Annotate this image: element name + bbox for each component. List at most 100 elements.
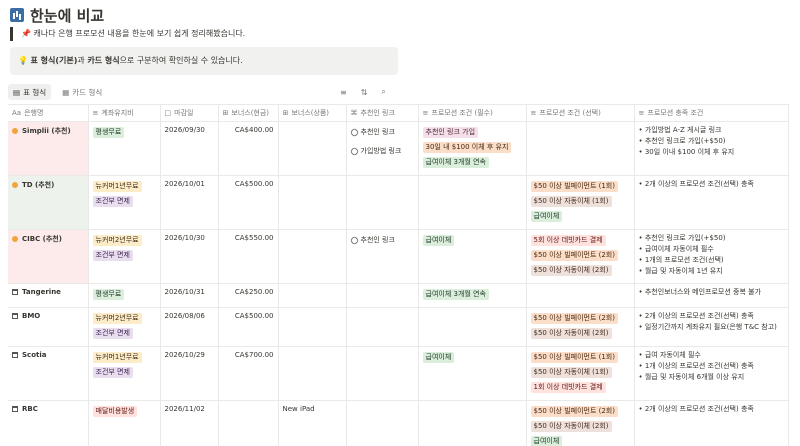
condition-wrap: $50 이상 빌페이먼트 (2회) xyxy=(530,312,630,327)
gift-bonus-cell[interactable] xyxy=(278,346,347,401)
fee-cell[interactable]: 평생무료 xyxy=(88,121,161,176)
promotion-met-cell[interactable]: • 가입방법 A-Z 게시글 링크 • 추천인 링크로 가입(+$50) • 30일… xyxy=(634,121,789,176)
sort-icon[interactable]: ⇅ xyxy=(361,88,368,97)
referral-link-cell[interactable]: 추천인 링크 xyxy=(346,229,419,284)
referral-link-cell[interactable]: 추천인 링크가입방법 링크 xyxy=(346,121,419,176)
referral-link-cell[interactable] xyxy=(346,283,419,308)
table-row[interactable]: RBC 매달비용발생 2026/11/02 New iPad $50 이상 빌페이먼트 … xyxy=(8,400,789,446)
promotion-met-item: • 추천인 링크로 가입(+$50) xyxy=(638,137,726,145)
required-condition-tag: 30일 내 $100 이체 후 유지 xyxy=(422,142,512,153)
table-row[interactable]: BMO 뉴커머2년무료조건부 면제 2026/08/06 CA$500.00 $50 이… xyxy=(8,307,789,347)
view-tab-0[interactable]: ▤ 표 형식 xyxy=(8,84,52,100)
required-conditions-cell[interactable]: 추천인 링크 가입 30일 내 $100 이체 후 유지 급여이체 3개월 연속 xyxy=(418,121,527,176)
bank-name-cell[interactable]: TD (추천) xyxy=(8,175,89,230)
deadline-cell[interactable]: 2026/10/29 xyxy=(160,346,219,401)
filter-icon[interactable]: ≡ xyxy=(340,88,347,97)
column-header-5[interactable]: ⌘ 추천인 링크 xyxy=(346,104,419,122)
optional-condition-tag: $50 이상 빌페이먼트 (2회) xyxy=(530,406,618,417)
referral-link-cell[interactable] xyxy=(346,307,419,347)
required-conditions-cell[interactable] xyxy=(418,175,527,230)
column-header-label: 계좌유지비 xyxy=(101,109,134,117)
table-row[interactable]: CIBC (추천) 뉴커머2년무료조건부 면제 2026/10/30 CA$550.0… xyxy=(8,229,789,284)
table-row[interactable]: Simplii (추천) 평생무료 2026/09/30 CA$400.00 추천인 링… xyxy=(8,121,789,176)
deadline-cell[interactable]: 2026/10/01 xyxy=(160,175,219,230)
column-header-1[interactable]: ≡ 계좌유지비 xyxy=(88,104,161,122)
required-conditions-cell[interactable]: 급여이체 xyxy=(418,346,527,401)
promotion-met-cell[interactable]: • 추천인보너스와 메인프로모션 중복 불가 xyxy=(634,283,789,308)
column-header-3[interactable]: ⊞ 보너스(현금) xyxy=(218,104,279,122)
cash-bonus-cell[interactable]: CA$400.00 xyxy=(218,121,279,176)
promotion-met-item: • 2개 이상의 프로모션 조건(선택) 충족 xyxy=(638,180,754,188)
gift-bonus-cell[interactable] xyxy=(278,175,347,230)
required-conditions-cell[interactable] xyxy=(418,307,527,347)
referral-link[interactable]: 추천인 링크 xyxy=(349,235,414,245)
view-tab-1[interactable]: ▦ 카드 형식 xyxy=(57,84,107,100)
table-row[interactable]: Tangerine 평생무료 2026/10/31 CA$250.00 급여이체 3개월… xyxy=(8,283,789,308)
bank-name-cell[interactable]: RBC xyxy=(8,400,89,446)
deadline-cell[interactable]: 2026/10/31 xyxy=(160,283,219,308)
referral-link[interactable]: 추천인 링크 xyxy=(349,127,414,137)
cash-bonus-cell[interactable]: CA$500.00 xyxy=(218,175,279,230)
gift-bonus-cell[interactable] xyxy=(278,307,347,347)
view-tabs: ▤ 표 형식 ▦ 카드 형식 xyxy=(8,84,107,100)
fee-cell[interactable]: 뉴커머1년무료조건부 면제 xyxy=(88,346,161,401)
fee-cell[interactable]: 뉴커머1년무료조건부 면제 xyxy=(88,175,161,230)
cash-bonus-cell[interactable] xyxy=(218,400,279,446)
gift-bonus-cell[interactable] xyxy=(278,121,347,176)
optional-conditions-cell[interactable] xyxy=(526,283,635,308)
promotion-met-cell[interactable]: • 2개 이상의 프로모션 조건(선택) 충족 xyxy=(634,175,789,230)
fee-cell[interactable]: 평생무료 xyxy=(88,283,161,308)
optional-conditions-cell[interactable]: $50 이상 빌페이먼트 (1회) $50 이상 자동이체 (1회) 1회 이상 데… xyxy=(526,346,635,401)
optional-conditions-cell[interactable]: $50 이상 빌페이먼트 (2회) $50 이상 자동이체 (2회) xyxy=(526,307,635,347)
optional-conditions-cell[interactable]: $50 이상 빌페이먼트 (1회) $50 이상 자동이체 (1회) 급여이체 xyxy=(526,175,635,230)
referral-link-cell[interactable] xyxy=(346,175,419,230)
column-header-7[interactable]: ≡ 프로모션 조건 (선택) xyxy=(526,104,635,122)
deadline-cell[interactable]: 2026/08/06 xyxy=(160,307,219,347)
column-header-8[interactable]: ≡ 프로모션 충족 조건 xyxy=(634,104,789,122)
deadline-cell[interactable]: 2026/10/30 xyxy=(160,229,219,284)
column-header-0[interactable]: Aa 은행명 xyxy=(8,104,89,122)
star-icon xyxy=(12,236,18,242)
column-header-4[interactable]: ⊞ 보너스(상품) xyxy=(278,104,347,122)
deadline-cell[interactable]: 2026/11/02 xyxy=(160,400,219,446)
bank-name-cell[interactable]: Scotia xyxy=(8,346,89,401)
cash-bonus-cell[interactable]: CA$700.00 xyxy=(218,346,279,401)
table-row[interactable]: TD (추천) 뉴커머1년무료조건부 면제 2026/10/01 CA$500.00 $… xyxy=(8,175,789,230)
promotion-met-cell[interactable]: • 2개 이상의 프로모션 조건(선택) 충족 • 일정기간까지 계좌유지 필요(… xyxy=(634,307,789,347)
table-row[interactable]: Scotia 뉴커머1년무료조건부 면제 2026/10/29 CA$700.00 급여… xyxy=(8,346,789,401)
fee-cell[interactable]: 뉴커머2년무료조건부 면제 xyxy=(88,307,161,347)
cash-bonus-cell[interactable]: CA$500.00 xyxy=(218,307,279,347)
search-icon[interactable]: ⌕ xyxy=(381,87,385,97)
condition-wrap: 추천인 링크 가입 xyxy=(422,126,522,141)
bank-name-cell[interactable]: CIBC (추천) xyxy=(8,229,89,284)
fee-cell[interactable]: 매달비용발생 xyxy=(88,400,161,446)
column-header-6[interactable]: ≡ 프로모션 조건 (필수) xyxy=(418,104,527,122)
optional-conditions-cell[interactable]: $50 이상 빌페이먼트 (2회) $50 이상 자동이체 (2회) 급여이체 xyxy=(526,400,635,446)
condition-wrap: $50 이상 자동이체 (2회) xyxy=(530,420,630,435)
cash-bonus-cell[interactable]: CA$250.00 xyxy=(218,283,279,308)
bank-name-cell[interactable]: BMO xyxy=(8,307,89,347)
promotion-met-cell[interactable]: • 급여 자동이체 필수 • 1개 이상의 프로모션 조건(선택) 충족 • 월급 … xyxy=(634,346,789,401)
promotion-met-cell[interactable]: • 추천인 링크로 가입(+$50) • 급여이체 자동이체 필수 • 1개의 프로… xyxy=(634,229,789,284)
optional-condition-tag: $50 이상 자동이체 (1회) xyxy=(530,367,612,378)
cash-bonus-cell[interactable]: CA$550.00 xyxy=(218,229,279,284)
optional-conditions-cell[interactable]: 5회 이상 데빗카드 결제 $50 이상 빌페이먼트 (2회) $50 이상 자동이… xyxy=(526,229,635,284)
deadline-cell[interactable]: 2026/09/30 xyxy=(160,121,219,176)
bank-name-cell[interactable]: Simplii (추천) xyxy=(8,121,89,176)
gift-bonus-cell[interactable] xyxy=(278,229,347,284)
gift-bonus-cell[interactable] xyxy=(278,283,347,308)
optional-conditions-cell[interactable] xyxy=(526,121,635,176)
required-conditions-cell[interactable]: 급여이체 xyxy=(418,229,527,284)
referral-link-cell[interactable] xyxy=(346,346,419,401)
referral-link[interactable]: 가입방법 링크 xyxy=(349,146,414,156)
column-header-2[interactable]: □ 마감일 xyxy=(160,104,219,122)
grid-icon: ▦ xyxy=(62,87,70,97)
bank-name-cell[interactable]: Tangerine xyxy=(8,283,89,308)
required-conditions-cell[interactable] xyxy=(418,400,527,446)
referral-link-cell[interactable] xyxy=(346,400,419,446)
optional-condition-tag: $50 이상 빌페이먼트 (2회) xyxy=(530,313,618,324)
required-conditions-cell[interactable]: 급여이체 3개월 연속 xyxy=(418,283,527,308)
promotion-met-cell[interactable]: • 2개 이상의 프로모션 조건(선택) 충족 xyxy=(634,400,789,446)
fee-cell[interactable]: 뉴커머2년무료조건부 면제 xyxy=(88,229,161,284)
gift-bonus-cell[interactable]: New iPad xyxy=(278,400,347,446)
